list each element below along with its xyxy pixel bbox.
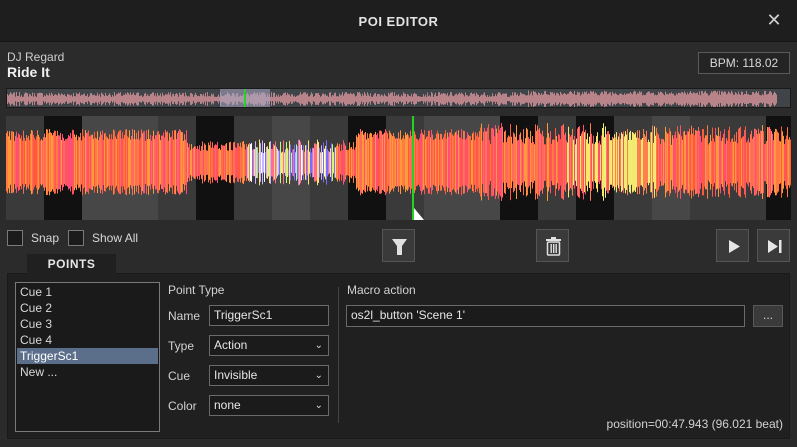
list-item[interactable]: Cue 2 xyxy=(17,300,158,316)
cue-select-value: Invisible xyxy=(214,368,258,382)
skip-to-end-icon xyxy=(768,240,782,253)
trash-icon xyxy=(546,237,561,256)
position-readout: position=00:47.943 (96.021 beat) xyxy=(606,417,783,431)
name-input[interactable]: TriggerSc1 xyxy=(209,305,329,326)
track-title: Ride It xyxy=(7,64,50,80)
play-icon xyxy=(729,240,740,253)
show-all-checkbox[interactable] xyxy=(68,230,84,246)
color-select[interactable]: none ⌄ xyxy=(209,395,329,416)
chevron-down-icon: ⌄ xyxy=(314,400,323,411)
point-type-heading: Point Type xyxy=(168,283,225,297)
list-item[interactable]: Cue 3 xyxy=(17,316,158,332)
window-title: POI EDITOR xyxy=(358,14,439,29)
artist-name: DJ Regard xyxy=(7,50,65,64)
skip-to-end-button[interactable] xyxy=(757,229,790,262)
show-all-label: Show All xyxy=(92,231,139,245)
macro-action-heading: Macro action xyxy=(347,283,416,297)
macro-action-input[interactable]: os2l_button 'Scene 1' xyxy=(346,305,745,327)
play-button[interactable] xyxy=(716,229,749,262)
main-waveform-graphic xyxy=(6,116,791,220)
bpm-display: BPM: 118.02 xyxy=(698,52,790,74)
list-item[interactable]: New ... xyxy=(17,364,158,380)
color-label: Color xyxy=(168,399,197,413)
cue-select[interactable]: Invisible ⌄ xyxy=(209,365,329,386)
list-item[interactable]: TriggerSc1 xyxy=(17,348,158,364)
main-waveform[interactable] xyxy=(6,116,791,220)
delete-button[interactable] xyxy=(536,229,569,262)
chevron-down-icon: ⌄ xyxy=(314,370,323,381)
macro-browse-button[interactable]: ... xyxy=(753,305,783,327)
title-bar: POI EDITOR ✕ xyxy=(0,0,797,42)
filter-icon xyxy=(392,239,407,255)
type-select[interactable]: Action ⌄ xyxy=(209,335,329,356)
overview-waveform-graphic xyxy=(7,89,777,107)
overview-waveform[interactable] xyxy=(6,88,791,108)
name-label: Name xyxy=(168,309,201,323)
points-list[interactable]: Cue 1 Cue 2 Cue 3 Cue 4 TriggerSc1 New ... xyxy=(15,282,160,432)
snap-label: Snap xyxy=(31,231,60,245)
section-divider xyxy=(338,287,339,423)
list-item[interactable]: Cue 4 xyxy=(17,332,158,348)
tab-points[interactable]: POINTS xyxy=(27,254,116,274)
list-item[interactable]: Cue 1 xyxy=(17,284,158,300)
snap-checkbox[interactable] xyxy=(7,230,23,246)
type-label: Type xyxy=(168,339,195,353)
cue-label: Cue xyxy=(168,369,191,383)
filter-button[interactable] xyxy=(382,229,415,262)
type-select-value: Action xyxy=(214,338,248,352)
color-select-value: none xyxy=(214,398,241,412)
chevron-down-icon: ⌄ xyxy=(314,340,323,351)
close-icon[interactable]: ✕ xyxy=(765,10,783,30)
